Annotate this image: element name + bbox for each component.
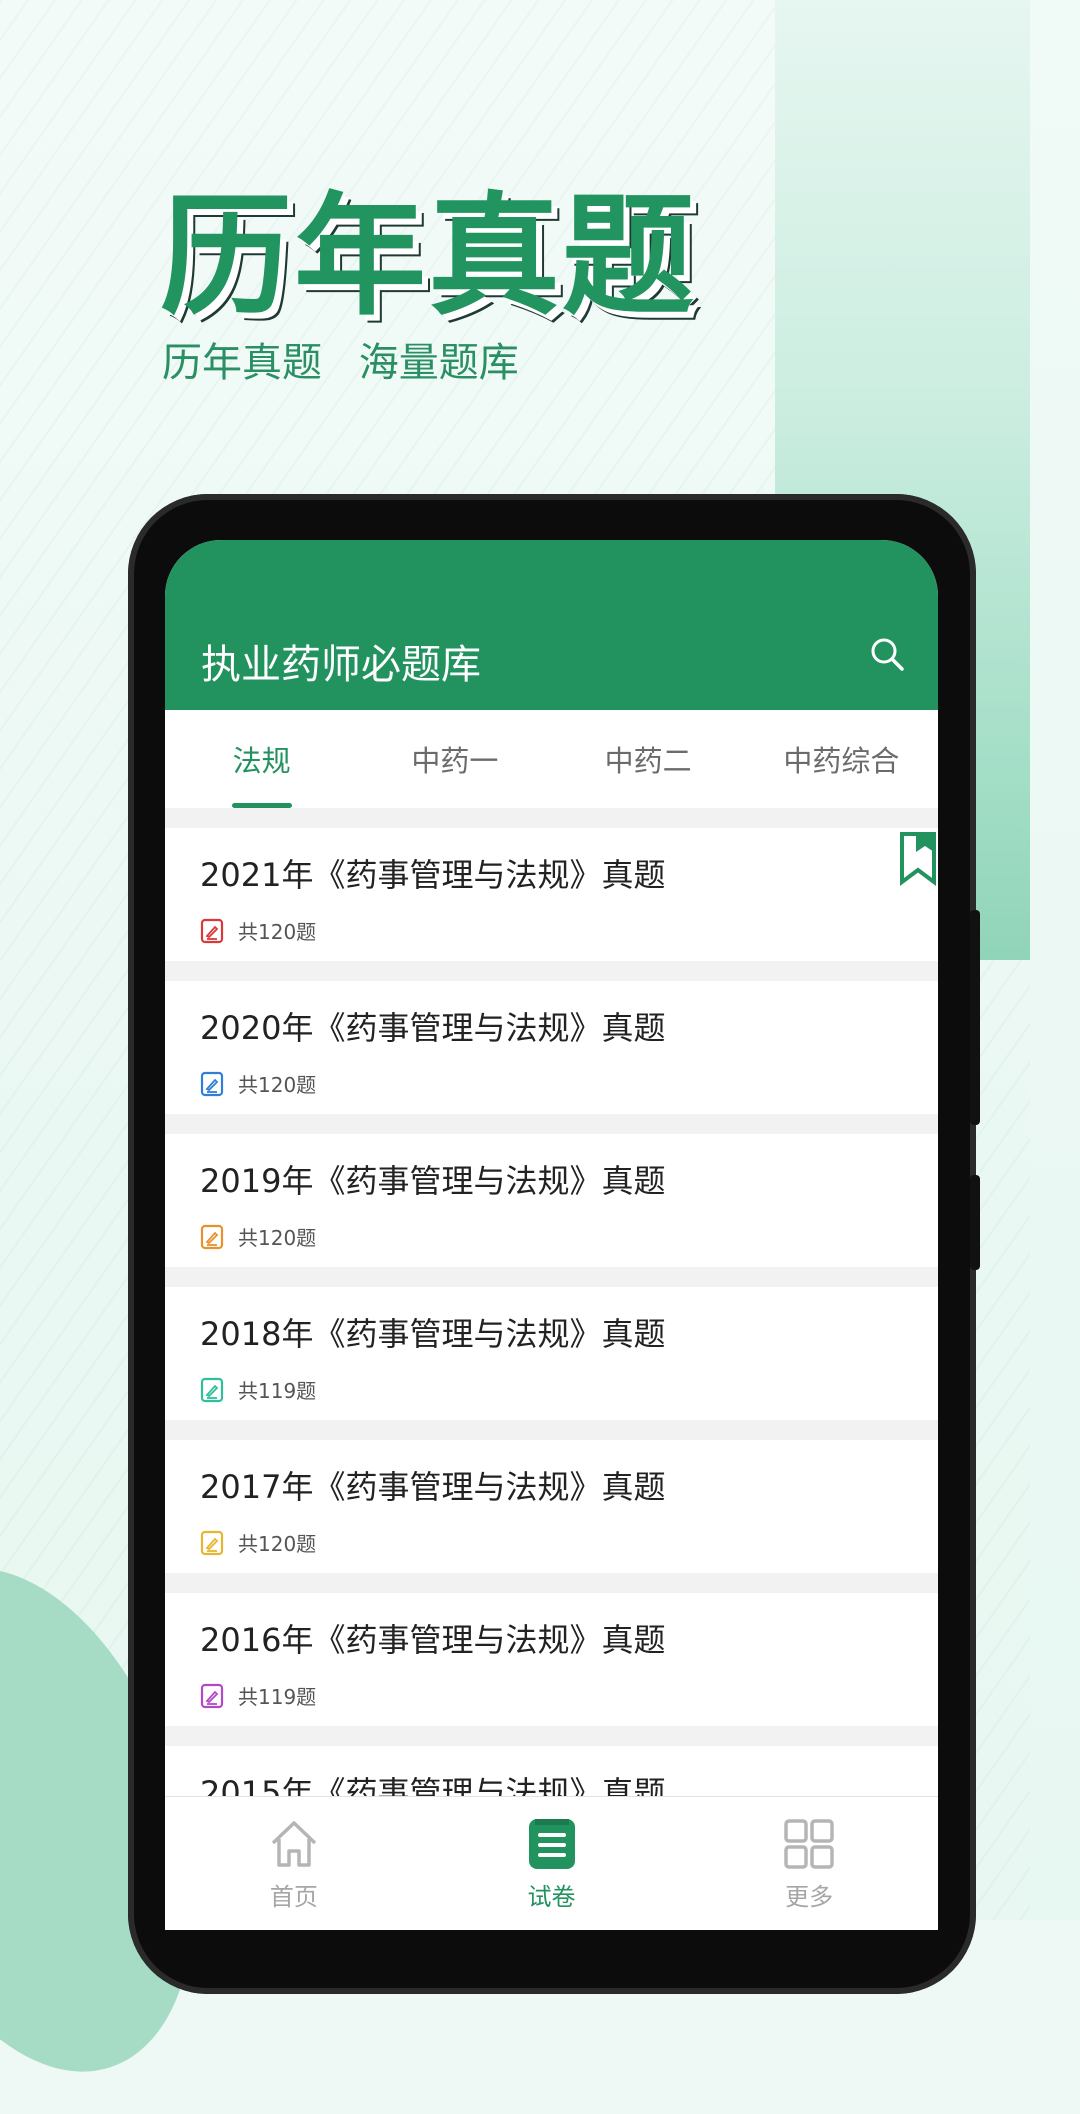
exam-paper-icon [528, 1818, 575, 1869]
edit-doc-icon [200, 1071, 224, 1096]
tab-label: 中药综合 [783, 744, 900, 778]
exam-title: 2019年《药事管理与法规》真题 [200, 1162, 666, 1200]
count-label: 共119题 [238, 1685, 317, 1709]
phone-screen: 执业药师必题库 法规 中药一 中药二 中药综合 2021年《药事管理与法规》真题 [165, 540, 938, 1930]
bookmark-icon[interactable] [898, 830, 938, 886]
count-label: 共120题 [238, 1532, 317, 1556]
tab-tcm-comprehensive[interactable]: 中药综合 [745, 710, 938, 808]
question-count: 共119题 [200, 1375, 316, 1404]
edit-doc-icon [200, 1683, 224, 1708]
home-icon [271, 1820, 317, 1867]
edit-doc-icon [200, 1377, 224, 1402]
list-item[interactable]: 2019年《药事管理与法规》真题 共120题 [165, 1134, 938, 1267]
search-icon[interactable] [867, 634, 907, 674]
edit-doc-icon [200, 1530, 224, 1555]
exam-title: 2021年《药事管理与法规》真题 [200, 856, 666, 894]
list-item[interactable]: 2021年《药事管理与法规》真题 共120题 [165, 828, 938, 961]
tab-label: 中药二 [604, 744, 692, 778]
question-count: 共120题 [200, 1069, 316, 1098]
background-panel-edge [1030, 0, 1080, 1920]
count-label: 共120题 [238, 920, 317, 944]
edit-doc-icon [200, 1224, 224, 1249]
list-item[interactable]: 2018年《药事管理与法规》真题 共119题 [165, 1287, 938, 1420]
list-item[interactable]: 2016年《药事管理与法规》真题 共119题 [165, 1593, 938, 1726]
nav-home[interactable]: 首页 [165, 1797, 423, 1930]
nav-label: 首页 [269, 1882, 318, 1911]
tab-tcm-1[interactable]: 中药一 [358, 710, 551, 808]
exam-title: 2016年《药事管理与法规》真题 [200, 1621, 666, 1659]
exam-title: 2017年《药事管理与法规》真题 [200, 1468, 666, 1506]
list-item[interactable]: 2020年《药事管理与法规》真题 共120题 [165, 981, 938, 1114]
tab-tcm-2[interactable]: 中药二 [552, 710, 745, 808]
app-bar: 执业药师必题库 [165, 540, 938, 710]
hero-title: 历年真题 [160, 180, 696, 334]
category-tabs: 法规 中药一 中药二 中药综合 [165, 710, 938, 808]
grid-icon [784, 1818, 834, 1869]
nav-exam-papers[interactable]: 试卷 [423, 1797, 681, 1930]
question-count: 共120题 [200, 1528, 316, 1557]
exam-title: 2020年《药事管理与法规》真题 [200, 1009, 666, 1047]
question-count: 共120题 [200, 1222, 316, 1251]
nav-label: 更多 [785, 1882, 834, 1911]
edit-doc-icon [200, 918, 224, 943]
question-count: 共120题 [200, 916, 316, 945]
hero-subtitle: 历年真题 海量题库 [162, 340, 519, 386]
nav-more[interactable]: 更多 [680, 1797, 938, 1930]
count-label: 共119题 [238, 1379, 317, 1403]
question-count: 共119题 [200, 1681, 316, 1710]
list-item[interactable]: 2017年《药事管理与法规》真题 共120题 [165, 1440, 938, 1573]
exam-title: 2018年《药事管理与法规》真题 [200, 1315, 666, 1353]
phone-side-button [970, 1175, 980, 1270]
tab-label: 法规 [232, 744, 291, 778]
tab-label: 中药一 [411, 744, 499, 778]
count-label: 共120题 [238, 1226, 317, 1250]
tab-regulations[interactable]: 法规 [165, 710, 358, 808]
nav-label: 试卷 [527, 1882, 576, 1911]
app-title: 执业药师必题库 [201, 642, 481, 688]
phone-side-button [970, 910, 980, 1125]
count-label: 共120题 [238, 1073, 317, 1097]
exam-list: 2021年《药事管理与法规》真题 共120题 2020年《药事管理与法规》真题 … [165, 808, 938, 1930]
bottom-navigation: 首页 试卷 更多 [165, 1796, 938, 1930]
